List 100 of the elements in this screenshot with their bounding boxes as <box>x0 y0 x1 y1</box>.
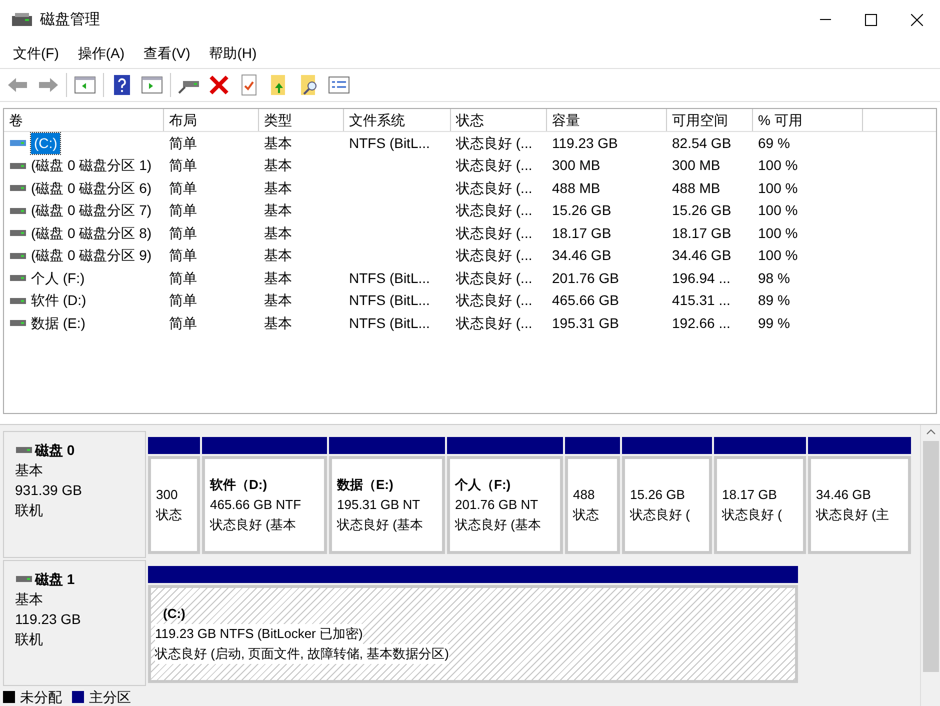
table-cell-text: 415.31 ... <box>672 291 730 310</box>
legend-label: 未分配 <box>20 688 62 706</box>
partition-bar <box>565 437 620 454</box>
table-cell-text: 465.66 GB <box>552 291 619 310</box>
table-cell-text: 简单 <box>169 291 197 310</box>
table-cell-text: 201.76 GB <box>552 268 619 288</box>
disk-type: 基本 <box>15 461 44 480</box>
table-cell-text: 基本 <box>264 134 292 153</box>
table-cell-text: 300 MB <box>672 156 720 176</box>
partition-status: 状态良好 (主 <box>816 506 890 524</box>
partition-status: 状态良好 (基本 <box>210 516 297 534</box>
maximize-icon <box>865 14 877 26</box>
table-cell-text: 18.17 GB <box>552 224 612 243</box>
volume-name[interactable]: (磁盘 0 磁盘分区 9) <box>31 245 152 266</box>
partition-block[interactable]: 个人（F:) 201.76 GB NT 状态良好 (基本 <box>447 456 563 554</box>
volume-name[interactable]: (磁盘 0 磁盘分区 6) <box>31 178 152 199</box>
menu-item[interactable]: 帮助(H) <box>209 42 257 64</box>
table-cell-text: 简单 <box>169 314 197 333</box>
scroll-up-icon[interactable] <box>926 429 936 435</box>
partition-size: 15.26 GB <box>630 486 686 504</box>
volume-name[interactable]: 软件 (D:) <box>31 290 86 312</box>
drive-icon <box>15 445 33 455</box>
partition-block[interactable]: 软件（D:) 465.66 GB NTF 状态良好 (基本 <box>202 456 327 554</box>
drive-icon <box>9 138 27 148</box>
table-cell-text: NTFS (BitL... <box>349 268 430 288</box>
table-cell-text: 基本 <box>264 201 292 220</box>
partition-block[interactable]: 488 状态 <box>565 456 620 554</box>
table-cell-text: 89 % <box>758 291 790 310</box>
table-cell-text: 状态良好 (... <box>456 178 532 198</box>
column-header[interactable]: 卷 <box>4 109 164 131</box>
partition-block[interactable]: (C:) 119.23 GB NTFS (BitLocker 已加密) 状态良好 (启动, 页面文件, 故障转储, 基本数据分区) <box>148 584 798 682</box>
legend-label: 主分区 <box>89 688 131 706</box>
partition-size: 195.31 GB NT <box>337 496 422 514</box>
partition-status: 状态良好 (基本 <box>455 516 542 534</box>
partition-block[interactable]: 18.17 GB 状态良好 ( <box>714 456 806 554</box>
drive-icon <box>9 160 27 171</box>
table-cell-text: 基本 <box>264 314 292 333</box>
table-cell-text: 基本 <box>264 268 292 288</box>
table-cell-text: 状态良好 (... <box>456 134 532 153</box>
volume-name[interactable]: (C:) <box>31 132 60 154</box>
menu-item[interactable]: 查看(V) <box>144 42 190 64</box>
column-header[interactable]: 可用空间 <box>667 109 753 131</box>
table-cell-text: 100 % <box>758 156 798 176</box>
table-cell-text: 状态良好 (... <box>456 314 532 333</box>
table-cell-text: 简单 <box>169 201 197 220</box>
table-cell-text: 状态良好 (... <box>456 291 532 310</box>
column-header[interactable]: 状态 <box>451 109 547 131</box>
volume-name[interactable]: (磁盘 0 磁盘分区 1) <box>31 155 152 176</box>
table-cell-text: 状态良好 (... <box>456 246 532 266</box>
volume-name[interactable]: 个人 (F:) <box>31 268 85 289</box>
table-cell-text: NTFS (BitL... <box>349 134 430 153</box>
disk-info-panel[interactable]: 磁盘 0 基本 931.39 GB 联机 <box>3 431 146 558</box>
partition-block[interactable]: 300 状态 <box>148 456 200 554</box>
partition-block[interactable]: 34.46 GB 状态良好 (主 <box>808 456 911 554</box>
table-cell-text: 100 % <box>758 224 798 243</box>
table-cell-text: 状态良好 (... <box>456 268 532 288</box>
disk-name: 磁盘 0 <box>35 441 75 460</box>
drive-icon <box>9 206 27 216</box>
table-cell-text: 18.17 GB <box>672 224 732 243</box>
table-cell-text: 34.46 GB <box>672 246 732 266</box>
table-cell-text: 状态良好 (... <box>456 201 532 220</box>
column-header[interactable]: 类型 <box>259 109 344 131</box>
scrollbar[interactable] <box>920 425 940 706</box>
volume-name[interactable]: (磁盘 0 磁盘分区 7) <box>31 200 152 222</box>
partition-name: 数据（E:) <box>337 476 394 494</box>
partition-size: 300 <box>156 486 179 504</box>
table-cell-text: 15.26 GB <box>552 201 612 220</box>
volume-name[interactable]: (磁盘 0 磁盘分区 8) <box>31 222 152 244</box>
menu-item[interactable]: 文件(F) <box>13 42 59 64</box>
partition-name: (C:) <box>162 604 186 623</box>
table-cell-text: 简单 <box>169 134 197 153</box>
table-cell-text: 69 % <box>758 134 790 153</box>
partition-status: 状态良好 ( <box>722 506 783 524</box>
menu-item[interactable]: 操作(A) <box>78 42 125 64</box>
column-header[interactable]: 布局 <box>164 109 259 131</box>
disk-size: 931.39 GB <box>15 481 83 500</box>
table-cell-text: 99 % <box>758 314 790 333</box>
drive-icon <box>9 318 27 328</box>
partition-block[interactable]: 数据（E:) 195.31 GB NT 状态良好 (基本 <box>329 456 445 554</box>
table-cell-text: 100 % <box>758 201 798 220</box>
table-cell-text: 基本 <box>264 224 292 243</box>
table-cell-text: 100 % <box>758 246 798 266</box>
volume-name[interactable]: 数据 (E:) <box>31 312 86 334</box>
disk-info-panel[interactable]: 磁盘 1 基本 119.23 GB 联机 <box>3 560 146 686</box>
partition-block[interactable]: 15.26 GB 状态良好 ( <box>622 456 712 554</box>
drive-icon <box>15 574 33 584</box>
column-header[interactable]: % 可用 <box>753 109 863 131</box>
column-header[interactable]: 文件系统 <box>344 109 451 131</box>
column-header[interactable]: 容量 <box>547 109 667 131</box>
table-cell-text: 488 MB <box>552 178 600 198</box>
table-cell-text: 100 % <box>758 178 798 198</box>
table-cell-text: 基本 <box>264 178 292 198</box>
partition-size: 119.23 GB NTFS (BitLocker 已加密) <box>155 624 363 644</box>
table-cell-text: 状态良好 (... <box>456 224 532 243</box>
partition-status: 状态 <box>156 506 183 524</box>
drive-icon <box>9 183 27 194</box>
table-cell-text: 82.54 GB <box>672 134 732 153</box>
partition-size: 465.66 GB NTF <box>210 496 302 514</box>
partition-status: 状态 <box>573 506 600 524</box>
delete-icon[interactable] <box>207 73 231 97</box>
